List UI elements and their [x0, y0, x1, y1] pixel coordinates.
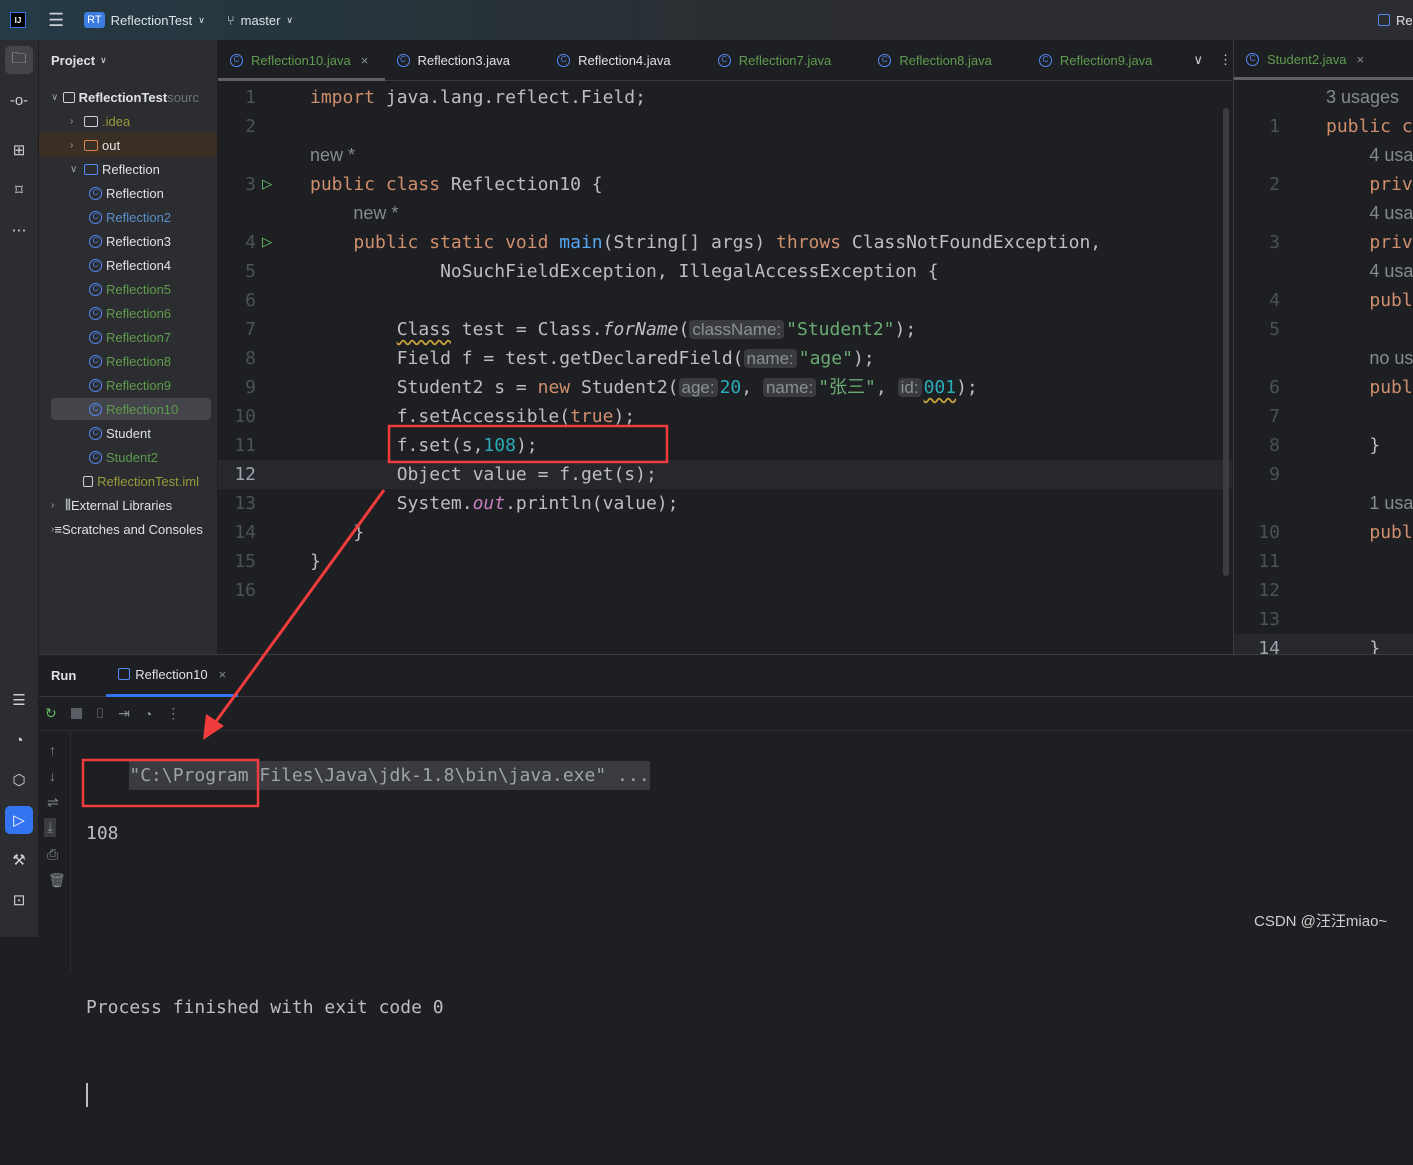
- annotation-arrow: [210, 489, 386, 728]
- annotation-overlay: [81, 424, 669, 808]
- console-finish-message: Process finished with exit code 0: [86, 997, 444, 1018]
- watermark: CSDN @汪汪miao~: [1254, 913, 1388, 930]
- annotation-box-code: [387, 424, 669, 464]
- console-caret: [86, 1083, 88, 1107]
- arrow-head: [203, 714, 224, 740]
- annotation-box-output: [81, 758, 260, 808]
